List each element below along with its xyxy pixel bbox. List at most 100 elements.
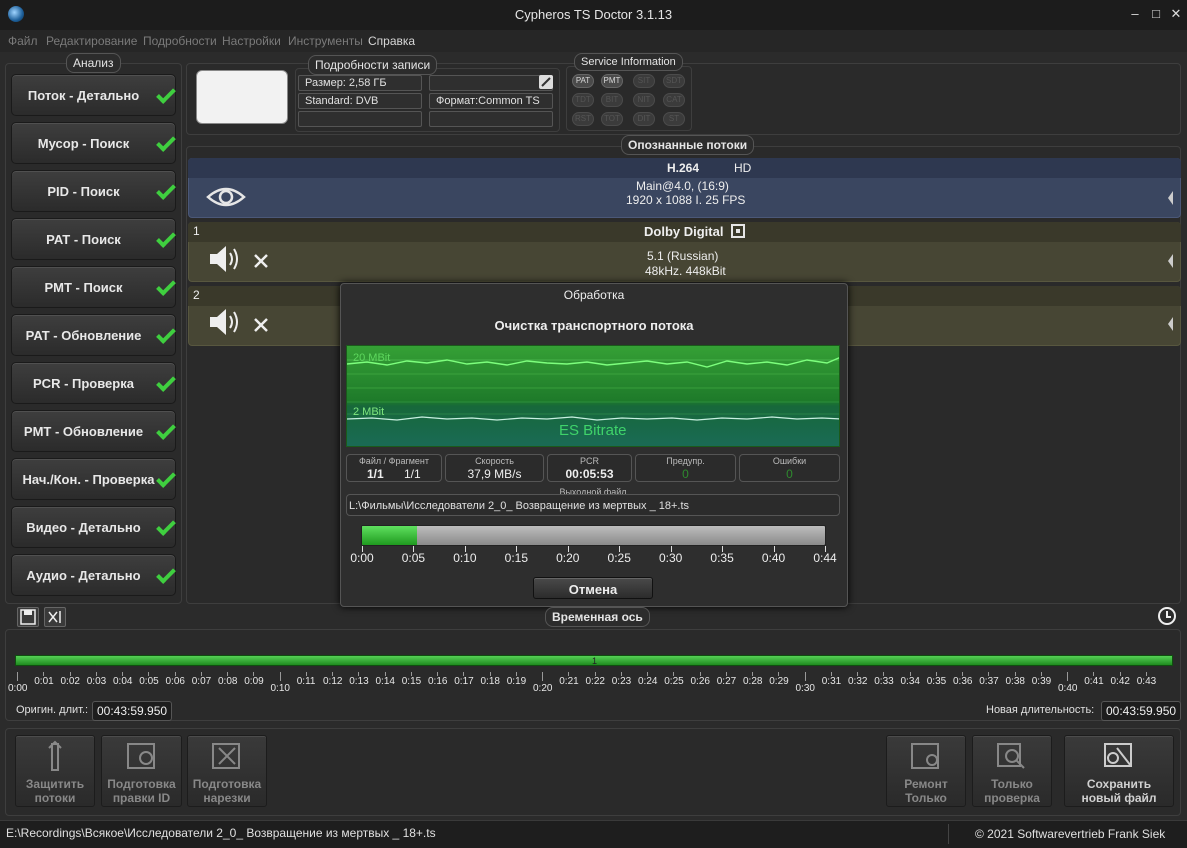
timeline-tick-label: 0:06 — [165, 676, 185, 687]
timeline-tick-label: 0:04 — [113, 676, 133, 687]
si-tot-badge: TOT — [601, 112, 623, 126]
cut-icon[interactable] — [44, 607, 66, 627]
check-only-button[interactable]: Только проверка — [972, 735, 1052, 807]
timeline-marker[interactable]: 1 — [592, 656, 597, 666]
analysis-junk-search-button[interactable]: Мусор - Поиск — [11, 122, 176, 164]
timeline-tick-label: 0:35 — [926, 676, 947, 687]
pcr-value: 00:05:53 — [565, 467, 614, 481]
analysis-pmt-search-button[interactable]: PMT - Поиск — [11, 266, 176, 308]
timeline-tick-label: 0:18 — [480, 676, 500, 687]
analysis-pid-search-button[interactable]: PID - Поиск — [11, 170, 176, 212]
save-project-icon[interactable] — [17, 607, 39, 627]
record-standard-field: Standard: DVB — [298, 93, 422, 109]
timeline-tick-label: 0:32 — [848, 676, 868, 687]
timeline-tick — [279, 672, 281, 681]
status-bar: E:\Recordings\Всякое\Исследователи 2_0_ … — [0, 820, 1187, 848]
audio-2-number: 2 — [193, 288, 200, 302]
menu-file[interactable]: Файл — [8, 34, 38, 48]
window-title: Cypheros TS Doctor 3.1.13 — [514, 7, 673, 22]
file-value: 1/1 — [367, 467, 384, 481]
warnings-value: 0 — [682, 467, 689, 481]
timeline-tick-label: 0:07 — [191, 676, 212, 687]
progress-tick-label: 0:35 — [710, 551, 734, 565]
menu-edit[interactable]: Редактирование — [46, 34, 137, 48]
analysis-pat-update-button[interactable]: PAT - Обновление — [11, 314, 176, 356]
timeline-tick-label: 0:09 — [244, 676, 264, 687]
check-icon — [156, 276, 176, 296]
timeline-tick-label: 0:12 — [323, 676, 343, 687]
bitrate-graph: 20 MBit 2 MBit ES Bitrate — [346, 345, 840, 447]
timeline-tick-label: 0:36 — [953, 676, 973, 687]
menu-settings[interactable]: Настройки — [222, 34, 281, 48]
analysis-pcr-check-button[interactable]: PCR - Проверка — [11, 362, 176, 404]
si-rst-badge: RST — [572, 112, 594, 126]
check-icon — [156, 228, 176, 248]
timeline-tick-label: 0:10 — [270, 683, 290, 694]
eye-icon[interactable] — [206, 184, 246, 215]
save-new-file-button[interactable]: Сохранить новый файл — [1064, 735, 1174, 807]
edit-pencil-icon[interactable] — [539, 75, 553, 89]
timeline-tick-label: 0:40 — [1058, 683, 1078, 694]
pcr-cell: PCR 00:05:53 — [547, 454, 632, 482]
timeline-tick-label: 0:15 — [401, 676, 422, 687]
dialog-subtitle: Очистка транспортного потока — [494, 318, 694, 333]
timeline-title: Временная ось — [545, 607, 650, 627]
record-format-field: Формат:Common TS — [429, 93, 553, 109]
service-info-title: Service Information — [574, 53, 683, 71]
audio-1-number: 1 — [193, 224, 200, 238]
prepare-id-edit-button[interactable]: Подготовка правки ID — [101, 735, 182, 807]
timeline-tick-label: 0:19 — [506, 676, 527, 687]
close-button[interactable]: ✕ — [1168, 6, 1184, 22]
film-scissors-icon — [209, 740, 245, 777]
timeline-tick-label: 0:03 — [86, 676, 107, 687]
minimize-button[interactable]: – — [1127, 6, 1143, 22]
status-divider — [948, 824, 949, 844]
analysis-stream-detail-button[interactable]: Поток - Детально — [11, 74, 176, 116]
video-profile: Main@4.0, (16:9) — [636, 179, 729, 193]
progress-tick-label: 0:25 — [607, 551, 631, 565]
si-dit-badge: DIT — [633, 112, 655, 126]
menu-tools[interactable]: Инструменты — [288, 34, 363, 48]
timeline-tick-label: 0:28 — [743, 676, 763, 687]
clock-icon[interactable] — [1158, 607, 1176, 625]
collapse-arrow-icon[interactable] — [1168, 254, 1173, 268]
si-sdt-badge: SDT — [663, 74, 685, 88]
fragment-value: 1/1 — [404, 467, 421, 481]
timeline-tick-label: 0:21 — [559, 676, 579, 687]
progress-tick-label: 0:15 — [504, 551, 528, 565]
si-pat-badge: PAT — [572, 74, 594, 88]
check-icon — [156, 516, 176, 536]
analysis-pmt-update-button[interactable]: PMT - Обновление — [11, 410, 176, 452]
status-copyright: © 2021 Softwarevertrieb Frank Siek — [975, 827, 1166, 841]
collapse-arrow-icon[interactable] — [1168, 191, 1173, 205]
protect-streams-button[interactable]: Защитить потоки — [15, 735, 95, 807]
check-icon — [156, 324, 176, 344]
speaker-icon[interactable] — [208, 243, 244, 280]
film-gear-icon — [124, 740, 160, 777]
maximize-button[interactable]: □ — [1148, 6, 1164, 22]
warnings-cell: Предупр. 0 — [635, 454, 736, 482]
check-icon — [156, 564, 176, 584]
timeline-tick-label: 0:39 — [1031, 676, 1052, 687]
original-duration-label: Оригин. длит.: — [16, 704, 89, 716]
prepare-cut-button[interactable]: Подготовка нарезки — [187, 735, 267, 807]
speaker-icon[interactable] — [208, 306, 244, 343]
analysis-start-end-check-button[interactable]: Нач./Кон. - Проверка — [11, 458, 176, 500]
timeline-tick-label: 0:25 — [664, 676, 684, 687]
menu-help[interactable]: Справка — [368, 34, 415, 48]
timeline-tick-label: 0:33 — [874, 676, 894, 687]
cancel-button[interactable]: Отмена — [533, 577, 653, 599]
record-name-field[interactable] — [429, 75, 553, 91]
tools-icon[interactable] — [252, 252, 270, 275]
audio-1-rate: 48kHz. 448kBit — [645, 264, 726, 278]
analysis-video-detail-button[interactable]: Видео - Детально — [11, 506, 176, 548]
repair-only-button[interactable]: Ремонт Только — [886, 735, 966, 807]
analysis-audio-detail-button[interactable]: Аудио - Детально — [11, 554, 176, 596]
analysis-pat-search-button[interactable]: PAT - Поиск — [11, 218, 176, 260]
timeline-tick-label: 0:13 — [349, 676, 369, 687]
tools-icon[interactable] — [252, 316, 270, 339]
dolby-icon — [731, 224, 745, 238]
collapse-arrow-icon[interactable] — [1168, 317, 1173, 331]
title-bar: Cypheros TS Doctor 3.1.13 – □ ✕ — [0, 0, 1187, 30]
menu-details[interactable]: Подробности — [143, 34, 217, 48]
